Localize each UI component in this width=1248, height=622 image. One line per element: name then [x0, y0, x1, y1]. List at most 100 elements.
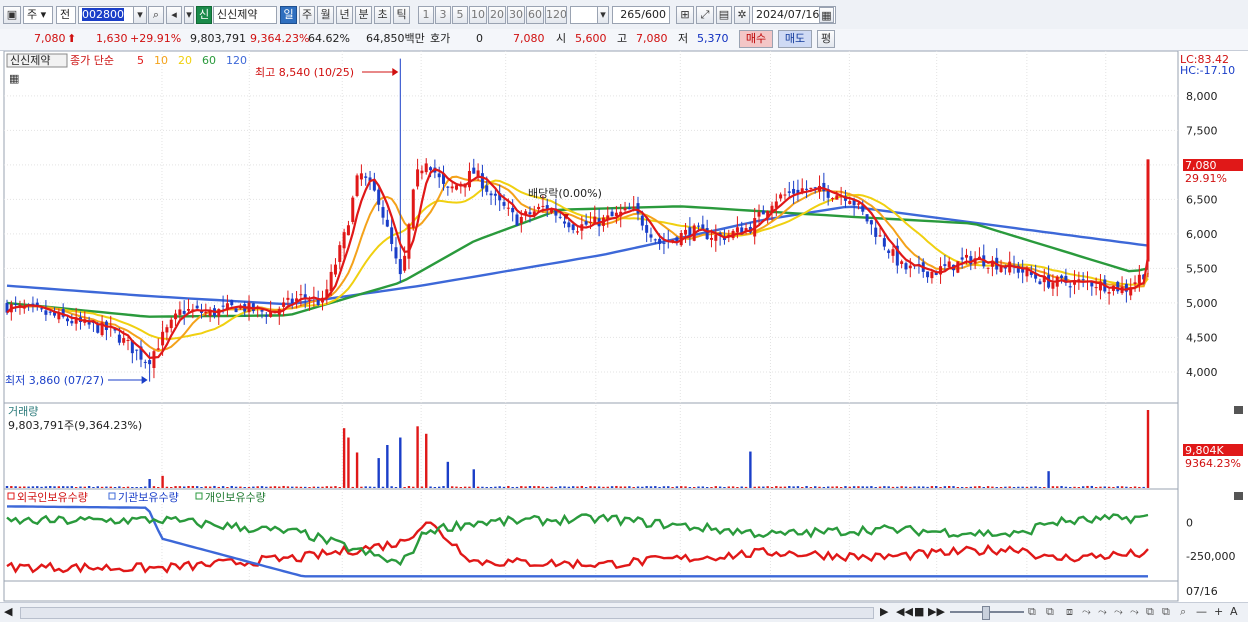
candle-body-145	[632, 206, 636, 208]
rewind-icon[interactable]: ◀◀	[896, 604, 913, 620]
candle-body-149	[649, 234, 653, 238]
scope-select[interactable]: 전	[56, 6, 76, 24]
save-icon[interactable]: ▤	[716, 6, 732, 24]
gear-icon[interactable]: ✲	[734, 6, 750, 24]
candle-body-2	[14, 303, 18, 305]
candle-type-icon[interactable]: ⊞	[676, 6, 694, 24]
volume-bar-1	[10, 486, 13, 488]
split-icon[interactable]: ⧉	[1046, 604, 1054, 620]
candle-body-50	[221, 305, 225, 307]
code-dropdown-icon[interactable]: ▾	[133, 6, 147, 24]
eval-button[interactable]: 평	[817, 30, 835, 48]
search-chart-icon[interactable]: ⌕	[1180, 604, 1186, 620]
zoom-out-icon[interactable]: —	[1196, 604, 1207, 620]
scroll-right-icon[interactable]: ▶	[880, 604, 888, 620]
candle-body-197	[856, 203, 860, 205]
volume-bar-97	[425, 433, 428, 488]
chart-area[interactable]: 0 -250,000 4,000 4,500 5,000 5,500 6,000 6,500…	[0, 50, 1248, 603]
volume-bar-212	[922, 486, 925, 488]
chart-svg[interactable]: 0 -250,000 4,000 4,500 5,000 5,500 6,000 6,500…	[0, 50, 1248, 603]
interval-button-1[interactable]: 3	[435, 6, 451, 24]
data-count-max: /600	[641, 8, 666, 21]
volume-bar-248	[1077, 487, 1081, 488]
layout-icon[interactable]: ⧉	[1028, 604, 1036, 620]
candle-body-181	[787, 191, 791, 193]
copy-icon[interactable]: ⧉	[1146, 604, 1154, 620]
trend3-icon[interactable]: ⤳	[1114, 604, 1123, 620]
interval-button-4[interactable]: 20	[488, 6, 506, 24]
interval-button-2[interactable]: 5	[452, 6, 468, 24]
data-count-field[interactable]: 265/600	[612, 6, 670, 24]
interval-dropdown-icon[interactable]: ▾	[597, 6, 609, 24]
period-button-1[interactable]: 주	[299, 6, 315, 24]
volume-bar-156	[680, 486, 683, 488]
candle-body-110	[480, 173, 484, 189]
volume-bar-242	[1051, 486, 1055, 488]
period-button-2[interactable]: 월	[317, 6, 334, 24]
draw-tool-icon[interactable]: ⤢	[696, 6, 714, 24]
candle-body-152	[662, 242, 666, 244]
trend-icon[interactable]: ⤳	[1082, 604, 1091, 620]
volume-bar-42	[187, 486, 190, 488]
interval-button-6[interactable]: 60	[526, 6, 544, 24]
volume-bar-246	[1069, 486, 1072, 488]
holdings-close-icon[interactable]	[1234, 492, 1243, 500]
ma-legend-20: 20	[178, 54, 192, 67]
candle-body-33	[148, 360, 152, 365]
interval-button-5[interactable]: 30	[507, 6, 525, 24]
paste-icon[interactable]: ⧉	[1162, 604, 1170, 620]
candle-body-132	[576, 231, 579, 233]
volume-bar-240	[1043, 487, 1046, 488]
calendar-icon[interactable]: ▦	[819, 7, 834, 23]
bottom-scrollbar[interactable]: ◀ ▶ ◀◀ ■ ▶▶ ⧉ ⧉ ⧈ ⤳ ⤳ ⤳ ⤳ ⧉ ⧉ ⌕ — + A	[0, 602, 1248, 622]
volume-panel-frame	[3, 402, 1179, 490]
stop-icon[interactable]: ■	[914, 604, 924, 620]
speaker-icon[interactable]: ◂	[166, 6, 182, 24]
volume-bar-95	[416, 426, 419, 488]
candle-body-77	[338, 245, 342, 262]
window-icon[interactable]: ▣	[3, 6, 21, 24]
font-size-icon[interactable]: A	[1230, 604, 1238, 620]
ma-legend-60: 60	[202, 54, 216, 67]
stock-name-field[interactable]: 신신제약	[213, 6, 277, 24]
scroll-left-icon[interactable]: ◀	[4, 604, 12, 620]
panel-icon[interactable]: ⧈	[1066, 604, 1073, 620]
speaker-dropdown-icon[interactable]: ▾	[184, 6, 194, 24]
volume-bar-173	[753, 486, 756, 488]
volume-bar-247	[1073, 486, 1076, 488]
period-button-6[interactable]: 틱	[393, 6, 410, 24]
holding-label-institution: 기관보유수량	[118, 491, 179, 504]
sell-button[interactable]: 매도	[778, 30, 812, 48]
volume-bar-39	[174, 486, 177, 488]
interval-button-3[interactable]: 10	[469, 6, 487, 24]
period-button-4[interactable]: 분	[355, 6, 372, 24]
volume-bar-49	[217, 486, 220, 488]
trend4-icon[interactable]: ⤳	[1130, 604, 1139, 620]
zoom-slider-thumb[interactable]	[982, 606, 990, 620]
period-button-3[interactable]: 년	[336, 6, 353, 24]
volume-bar-223	[969, 486, 972, 488]
volume-bar-218	[947, 486, 951, 488]
volume-bar-183	[796, 486, 800, 488]
volume-bar-101	[442, 486, 445, 488]
candle-body-32	[143, 361, 147, 363]
zoom-in-icon[interactable]: +	[1214, 604, 1223, 620]
market-select[interactable]: 주 ▾	[23, 6, 53, 24]
interval-button-0[interactable]: 1	[418, 6, 434, 24]
interval-button-7[interactable]: 120	[545, 6, 567, 24]
candle-body-148	[645, 225, 649, 233]
period-button-5[interactable]: 초	[374, 6, 391, 24]
candle-body-202	[878, 235, 882, 237]
volume-bar-195	[848, 486, 851, 488]
volume-bar-114	[498, 486, 501, 488]
fast-forward-icon[interactable]: ▶▶	[928, 604, 945, 620]
grid-toggle-icon[interactable]: ▦	[9, 72, 19, 85]
search-icon[interactable]: ⌕	[148, 6, 164, 24]
scroll-track[interactable]	[20, 607, 874, 619]
buy-button[interactable]: 매수	[739, 30, 773, 48]
trend2-icon[interactable]: ⤳	[1098, 604, 1107, 620]
volume-bar-112	[489, 487, 493, 488]
volume-close-icon[interactable]	[1234, 406, 1243, 414]
period-button-0[interactable]: 일	[280, 6, 297, 24]
volume-bar-210	[913, 486, 916, 488]
